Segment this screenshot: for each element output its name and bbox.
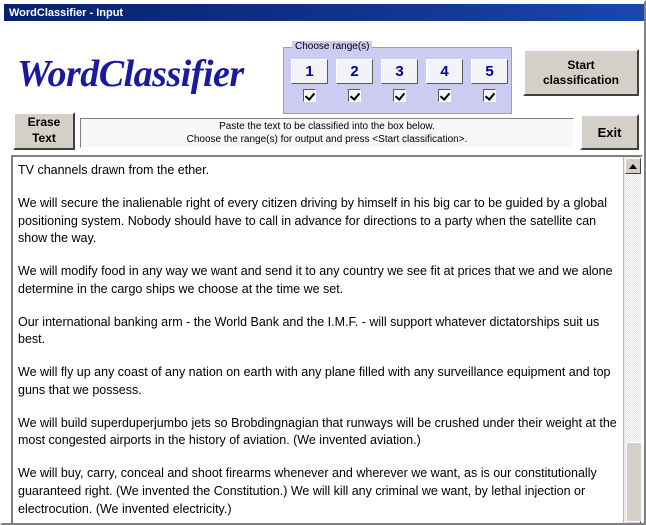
- scrollbar-track[interactable]: [625, 174, 641, 523]
- text-paragraph: We will buy, carry, conceal and shoot fi…: [18, 466, 601, 516]
- range-button-2[interactable]: 2: [336, 59, 373, 84]
- range-checkbox-3[interactable]: [393, 89, 406, 102]
- exit-button[interactable]: Exit: [580, 114, 639, 150]
- text-paragraph: TV channels drawn from the ether.: [18, 163, 210, 177]
- range-checkbox-wrapper-3: [381, 89, 418, 102]
- choose-ranges-legend: Choose range(s): [292, 41, 373, 52]
- range-button-1[interactable]: 1: [291, 59, 328, 84]
- exit-button-label: Exit: [597, 124, 622, 140]
- range-checkbox-wrapper-2: [336, 89, 373, 102]
- input-text-area[interactable]: TV channels drawn from the ether. We will…: [13, 157, 623, 523]
- erase-button-label-line2: Text: [32, 131, 56, 145]
- range-button-4[interactable]: 4: [426, 59, 463, 84]
- text-paragraph: We will fly up any coast of any nation o…: [18, 365, 614, 397]
- application-window: WordClassifier - Input WordClassifier Ch…: [0, 0, 646, 525]
- app-logo: WordClassifier: [17, 53, 244, 95]
- range-checkbox-wrapper-1: [291, 89, 328, 102]
- text-paragraph: Our international banking arm - the Worl…: [18, 314, 603, 347]
- range-checkbox-wrapper-4: [426, 89, 463, 102]
- scroll-down-button[interactable]: [625, 521, 641, 523]
- range-checkbox-2[interactable]: [348, 89, 361, 102]
- instruction-line-2: Choose the range(s) for output and press…: [186, 134, 468, 145]
- instruction-panel: Paste the text to be classified into the…: [80, 118, 574, 148]
- range-checkbox-1[interactable]: [303, 89, 316, 102]
- start-button-label-line2: classification: [542, 72, 620, 87]
- start-button-label-line1: Start: [567, 57, 595, 72]
- text-paragraph: We will secure the inalienable right of …: [18, 195, 611, 246]
- triangle-up-icon: [629, 163, 637, 169]
- window-title: WordClassifier - Input: [9, 6, 124, 19]
- range-button-5[interactable]: 5: [471, 59, 508, 84]
- text-paragraph: We will build superduperjumbo jets so Br…: [18, 415, 621, 448]
- input-text-area-frame: TV channels drawn from the ether. We will…: [11, 155, 643, 523]
- client-area: WordClassifier Choose range(s) 12345 Sta…: [4, 21, 644, 523]
- scrollbar-thumb[interactable]: [626, 442, 641, 523]
- range-button-3[interactable]: 3: [381, 59, 418, 84]
- instruction-line-1: Paste the text to be classified into the…: [219, 120, 435, 132]
- erase-button-label-line1: Erase: [27, 115, 61, 130]
- range-checkbox-5[interactable]: [483, 89, 496, 102]
- start-classification-button[interactable]: Start classification: [523, 49, 639, 96]
- title-bar: WordClassifier - Input: [4, 4, 644, 21]
- scroll-up-button[interactable]: [625, 158, 641, 174]
- text-paragraph: We will modify food in any way we want a…: [18, 264, 617, 296]
- text-area-scrollbar[interactable]: [623, 157, 641, 523]
- range-checkbox-4[interactable]: [438, 89, 451, 102]
- range-checkbox-wrapper-5: [471, 89, 508, 102]
- choose-ranges-group: Choose range(s) 12345: [283, 41, 512, 114]
- erase-text-button[interactable]: Erase Text: [13, 112, 75, 150]
